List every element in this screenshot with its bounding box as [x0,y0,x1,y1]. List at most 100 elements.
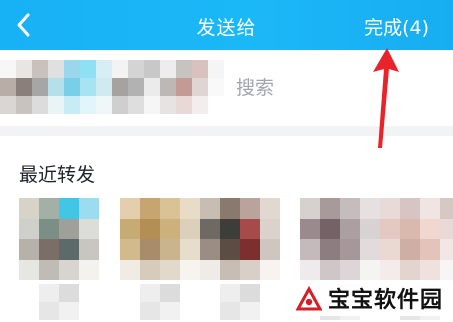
blur-pixel [380,259,400,280]
blur-pixel [208,96,224,114]
selected-contacts-strip[interactable] [0,60,224,114]
blur-pixel [120,302,140,320]
contact-avatar[interactable] [120,198,200,280]
baobao-logo-icon [295,285,322,311]
blur-pixel [140,259,160,280]
blur-pixel [176,96,192,114]
blur-pixel [112,96,128,114]
blur-pixel [420,259,440,280]
watermark-text: 宝宝软件园 [327,288,443,313]
blur-pixel [260,302,280,320]
blur-pixel [320,239,340,260]
blur-pixel [180,218,200,239]
contact-avatar[interactable] [19,198,99,280]
blur-pixel [440,218,453,239]
blur-pixel [320,198,340,219]
blur-pixel [160,218,180,239]
blur-pixel [79,259,99,280]
blur-pixel [200,302,220,320]
blur-pixel [140,239,160,260]
blur-pixel [19,218,39,239]
blur-pixel [200,259,220,280]
recent-forwards-title: 最近转发 [19,164,96,186]
blur-pixel [32,60,48,78]
blur-pixel [59,218,79,239]
blur-pixel [200,198,220,219]
blur-pixel [120,284,140,302]
blur-pixel [120,259,140,280]
contact-name-blurred [120,284,200,320]
blur-pixel [420,198,440,219]
blur-pixel [340,259,360,280]
blur-pixel [64,96,80,114]
blur-pixel [240,198,260,219]
blur-pixel [96,60,112,78]
blur-pixel [220,239,240,260]
blur-pixel [400,198,420,219]
blur-pixel [180,239,200,260]
blur-pixel [320,259,340,280]
blur-pixel [0,78,16,96]
blur-pixel [160,96,176,114]
contact-avatar[interactable] [380,198,453,280]
blur-pixel [140,302,160,320]
blur-pixel [300,198,320,219]
blur-pixel [160,239,180,260]
blur-pixel [208,60,224,78]
blur-pixel [160,78,176,96]
annotation-arrow [373,48,399,148]
blur-pixel [79,284,99,302]
blur-pixel [16,78,32,96]
blur-pixel [39,198,59,219]
blur-pixel [300,259,320,280]
blur-pixel [79,239,99,260]
blur-pixel [380,218,400,239]
blur-pixel [320,218,340,239]
blur-pixel [240,284,260,302]
blur-pixel [240,259,260,280]
blur-pixel [440,239,453,260]
blur-pixel [440,259,453,280]
blur-pixel [39,218,59,239]
watermark: 宝宝软件园 [291,280,447,316]
blur-pixel [59,198,79,219]
blur-pixel [144,78,160,96]
blur-pixel [180,302,200,320]
blur-pixel [220,218,240,239]
blur-pixel [140,198,160,219]
blur-pixel [340,239,360,260]
blur-pixel [48,78,64,96]
contact-avatar[interactable] [300,198,380,280]
blur-pixel [192,60,208,78]
blur-pixel [440,198,453,219]
blur-pixel [140,284,160,302]
blur-pixel [64,78,80,96]
blur-pixel [19,302,39,320]
blur-pixel [360,239,380,260]
blur-pixel [160,302,180,320]
blur-pixel [176,60,192,78]
blur-pixel [79,302,99,320]
blur-pixel [176,78,192,96]
blur-pixel [240,302,260,320]
blur-pixel [400,218,420,239]
blur-pixel [120,218,140,239]
blur-pixel [220,302,240,320]
blur-pixel [208,78,224,96]
blur-pixel [260,239,280,260]
blur-pixel [64,60,80,78]
blur-pixel [120,198,140,219]
blur-pixel [112,60,128,78]
blur-pixel [0,60,16,78]
blur-pixel [180,259,200,280]
blur-pixel [360,259,380,280]
blur-pixel [240,239,260,260]
blur-pixel [380,198,400,219]
blur-pixel [48,60,64,78]
done-button[interactable]: 完成(4) [364,13,429,40]
blur-pixel [79,198,99,219]
blur-pixel [260,218,280,239]
blur-pixel [220,198,240,219]
blur-pixel [32,96,48,114]
contact-avatar[interactable] [200,198,280,280]
